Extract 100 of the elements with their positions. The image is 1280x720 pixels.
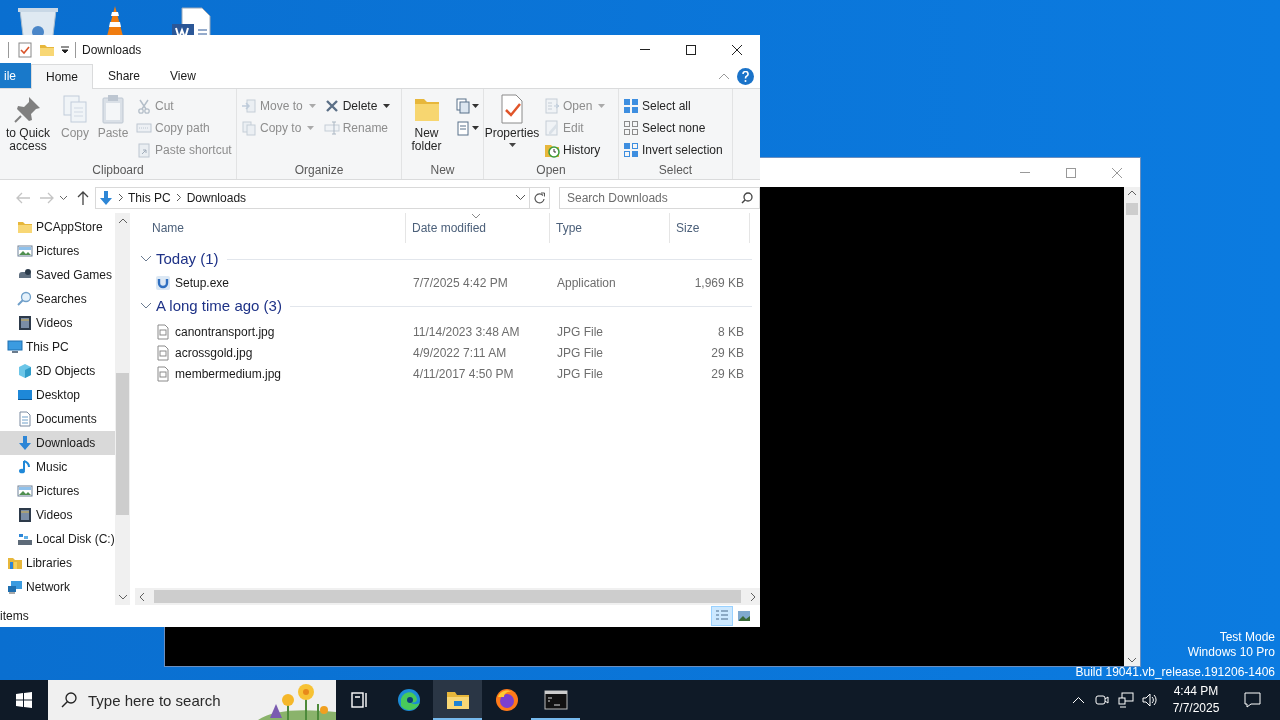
group-header[interactable]: Today (1) <box>156 247 219 271</box>
nav-item[interactable]: Desktop <box>0 383 115 407</box>
ribbon-button[interactable]: Properties <box>486 93 538 147</box>
taskbar-app-button[interactable] <box>433 680 482 720</box>
ribbon-button[interactable]: Invert selection <box>621 139 725 161</box>
edge-icon <box>396 688 421 712</box>
file-tab[interactable]: ile <box>0 63 31 88</box>
image-file-icon <box>155 323 171 340</box>
checklist-icon <box>17 41 33 58</box>
taskbar-search-field[interactable]: Type here to search <box>48 680 336 720</box>
horizontal-scrollbar[interactable] <box>135 588 760 605</box>
file-name: Setup.exe <box>175 274 230 292</box>
rename-icon <box>323 120 340 136</box>
minimize-icon <box>640 49 650 50</box>
scissors-icon <box>136 98 152 114</box>
column-header[interactable]: Size <box>670 213 750 243</box>
nav-item[interactable]: Local Disk (C:) <box>0 527 115 551</box>
maximize-icon <box>686 44 696 55</box>
scroll-down-icon <box>1128 658 1136 663</box>
chevron-up-icon <box>1072 697 1084 703</box>
file-row[interactable]: acrossgold.jpg 4/9/2022 7:11 AM JPG File 29 KB <box>135 342 760 363</box>
file-type: JPG File <box>557 324 603 339</box>
file-type: JPG File <box>557 345 603 360</box>
nav-item[interactable]: Videos <box>0 311 115 335</box>
file-size: 29 KB <box>711 366 744 381</box>
desktop-text: Build 19041.vb_release.191206-1406 <box>1075 665 1275 680</box>
up-arrow-icon <box>77 190 89 205</box>
nav-item[interactable]: Libraries <box>0 551 115 575</box>
nav-item[interactable]: Pictures <box>0 239 115 263</box>
column-header[interactable]: Date modified <box>406 213 550 243</box>
group-header[interactable]: A long time ago (3) <box>156 294 282 318</box>
ribbon-button[interactable]: Select none <box>621 117 725 139</box>
caret-icon <box>598 104 606 108</box>
maximize-icon <box>1066 167 1076 178</box>
scroll-up-icon <box>1128 190 1136 195</box>
scrollbar-thumb[interactable] <box>116 373 129 515</box>
open-icon <box>544 98 560 114</box>
search-icon <box>741 191 753 204</box>
breadcrumb[interactable]: This PC <box>128 188 171 207</box>
group-label: Clipboard <box>91 162 145 179</box>
vertical-scrollbar[interactable] <box>1124 187 1140 666</box>
ribbon-button[interactable]: to Quick access <box>2 93 54 153</box>
file-row[interactable]: Setup.exe 7/7/2025 4:42 PM Application 1,969 KB <box>135 272 760 293</box>
close-icon <box>1112 167 1122 178</box>
ribbon-button[interactable] <box>453 95 481 117</box>
windows-logo-icon <box>16 692 32 708</box>
select-none-icon <box>623 120 639 136</box>
search-field[interactable]: Search Downloads <box>559 186 760 209</box>
file-type: Application <box>557 275 616 290</box>
delete-icon <box>323 98 340 114</box>
nav-item[interactable]: This PC <box>0 335 115 359</box>
breadcrumb[interactable]: Downloads <box>186 188 247 207</box>
scrollbar-thumb[interactable] <box>154 590 741 603</box>
help-button[interactable] <box>737 67 754 85</box>
column-header[interactable]: Type <box>550 213 670 243</box>
group-label: Select <box>657 162 694 179</box>
ribbon-button[interactable]: History <box>542 139 608 161</box>
address-bar[interactable]: This PC Downloads <box>95 186 530 209</box>
vertical-scrollbar[interactable] <box>115 213 130 605</box>
nav-item[interactable]: Saved Games <box>0 263 115 287</box>
picture-icon <box>17 483 33 499</box>
nav-item[interactable]: PCAppStore <box>0 215 115 239</box>
ribbon-button[interactable]: Delete <box>321 95 393 117</box>
chevron-down-icon <box>59 195 67 200</box>
date-modified: 11/14/2023 3:48 AM <box>413 324 520 339</box>
nav-item[interactable]: Music <box>0 455 115 479</box>
caret-icon <box>508 143 516 147</box>
close-icon <box>732 44 742 55</box>
nav-item[interactable]: 3D Objects <box>0 359 115 383</box>
file-row[interactable]: membermedium.jpg 4/11/2017 4:50 PM JPG File 29 KB <box>135 363 760 384</box>
ribbon-button[interactable]: New folder <box>404 93 449 153</box>
cube-icon <box>17 363 33 379</box>
column-header[interactable]: Name <box>135 213 406 243</box>
ribbon-button[interactable]: Select all <box>621 95 725 117</box>
ribbon-tab[interactable]: View <box>155 63 211 88</box>
path-icon <box>136 120 152 136</box>
scrollbar-thumb[interactable] <box>1126 203 1138 215</box>
nav-item[interactable]: Network <box>0 575 115 599</box>
recent-locations-button[interactable] <box>57 195 69 200</box>
refresh-button[interactable] <box>530 186 550 209</box>
ribbon-tab[interactable]: Home <box>31 64 93 89</box>
camera-icon <box>1095 693 1109 707</box>
folder-icon <box>17 219 33 235</box>
ribbon-tab[interactable]: Share <box>93 63 156 88</box>
caret-icon <box>383 104 391 108</box>
file-row[interactable]: canontransport.jpg 11/14/2023 3:48 AM JPG File 8 KB <box>135 321 760 342</box>
nav-item[interactable]: Downloads <box>0 431 115 455</box>
monitor-icon <box>7 339 23 355</box>
nav-item[interactable]: Videos <box>0 503 115 527</box>
status-text: items <box>0 608 30 625</box>
date-modified: 4/11/2017 4:50 PM <box>413 366 514 381</box>
clock[interactable]: 4:44 PM 7/7/2025 <box>1162 680 1230 720</box>
nav-item[interactable]: Searches <box>0 287 115 311</box>
picture-icon <box>17 243 33 259</box>
question-icon <box>742 70 749 82</box>
easy-access-icon <box>455 120 471 136</box>
edit-icon <box>544 120 560 136</box>
file-size: 1,969 KB <box>694 275 744 290</box>
nav-item[interactable]: Pictures <box>0 479 115 503</box>
nav-item[interactable]: Documents <box>0 407 115 431</box>
